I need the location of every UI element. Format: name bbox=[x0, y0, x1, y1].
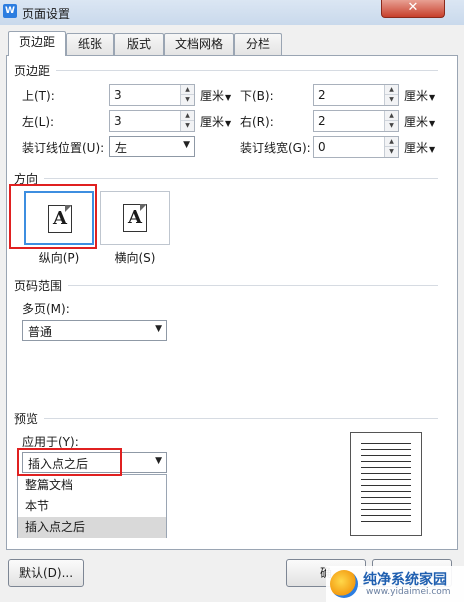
portrait-highlight-box bbox=[9, 184, 97, 249]
spin-down-icon[interactable]: ▼ bbox=[385, 147, 398, 157]
bottom-margin-spinner[interactable]: 2 ▲ ▼ bbox=[313, 84, 399, 106]
gutter-width-unit[interactable]: 厘米▼ bbox=[404, 140, 435, 158]
watermark-url: www.yidaimei.com bbox=[366, 587, 451, 597]
page-range-group-title: 页码范围 bbox=[14, 279, 63, 293]
left-margin-spinner[interactable]: 3 ▲ ▼ bbox=[109, 110, 195, 132]
default-button[interactable]: 默认(D)... bbox=[8, 559, 84, 587]
chevron-down-icon: ▼ bbox=[429, 93, 436, 102]
window-title: 页面设置 bbox=[22, 7, 71, 21]
landscape-label: 横向(S) bbox=[114, 251, 156, 265]
portrait-label: 纵向(P) bbox=[38, 251, 80, 265]
left-margin-label: 左(L): bbox=[22, 115, 55, 129]
right-margin-spinner[interactable]: 2 ▲ ▼ bbox=[313, 110, 399, 132]
gutter-position-value: 左 bbox=[115, 141, 128, 155]
landscape-page-icon: A bbox=[123, 204, 147, 232]
gutter-width-label: 装订线宽(G): bbox=[240, 141, 311, 155]
close-button[interactable]: ✕ bbox=[381, 0, 445, 18]
bottom-margin-label: 下(B): bbox=[240, 89, 274, 103]
spin-down-icon[interactable]: ▼ bbox=[181, 95, 194, 105]
margins-group-title: 页边距 bbox=[14, 64, 51, 78]
gutter-width-value: 0 bbox=[318, 140, 326, 154]
dropdown-option-this-section[interactable]: 本节 bbox=[18, 496, 166, 517]
unit-label: 厘米 bbox=[404, 141, 429, 155]
multiple-pages-value: 普通 bbox=[28, 325, 53, 339]
unit-label: 厘米 bbox=[404, 115, 429, 129]
unit-label: 厘米 bbox=[404, 89, 429, 103]
watermark-title: 纯净系统家园 bbox=[363, 572, 447, 588]
unit-label: 厘米 bbox=[200, 115, 225, 129]
chevron-down-icon: ▼ bbox=[225, 119, 232, 128]
dropdown-option-after-insertion-point[interactable]: 插入点之后 bbox=[18, 517, 166, 538]
multiple-pages-select[interactable]: 普通 ▼ bbox=[22, 320, 167, 341]
spin-up-icon[interactable]: ▲ bbox=[181, 85, 194, 95]
tab-columns[interactable]: 分栏 bbox=[234, 33, 282, 56]
right-margin-unit[interactable]: 厘米▼ bbox=[404, 114, 435, 132]
top-margin-unit[interactable]: 厘米▼ bbox=[200, 88, 231, 106]
bottom-margin-unit[interactable]: 厘米▼ bbox=[404, 88, 435, 106]
bottom-margin-value: 2 bbox=[318, 88, 326, 102]
tab-layout[interactable]: 版式 bbox=[114, 33, 164, 56]
spin-down-icon[interactable]: ▼ bbox=[385, 121, 398, 131]
right-margin-label: 右(R): bbox=[240, 115, 274, 129]
apply-to-highlight-box bbox=[17, 448, 122, 476]
top-margin-spinner[interactable]: 3 ▲ ▼ bbox=[109, 84, 195, 106]
tab-paper[interactable]: 纸张 bbox=[66, 33, 114, 56]
top-margin-value: 3 bbox=[114, 88, 122, 102]
wps-app-icon: W bbox=[3, 4, 17, 18]
title-bar: W 页面设置 ✕ bbox=[0, 0, 464, 25]
left-margin-value: 3 bbox=[114, 114, 122, 128]
preview-group-divider bbox=[44, 418, 438, 419]
chevron-down-icon: ▼ bbox=[155, 456, 162, 466]
chevron-down-icon: ▼ bbox=[155, 324, 162, 334]
chevron-down-icon: ▼ bbox=[429, 145, 436, 154]
top-margin-label: 上(T): bbox=[22, 89, 55, 103]
spin-up-icon[interactable]: ▲ bbox=[181, 111, 194, 121]
right-margin-value: 2 bbox=[318, 114, 326, 128]
tab-margins[interactable]: 页边距 bbox=[8, 31, 66, 56]
gutter-width-spinner[interactable]: 0 ▲ ▼ bbox=[313, 136, 399, 158]
preview-page-thumbnail bbox=[350, 432, 422, 536]
preview-group-title: 预览 bbox=[14, 412, 39, 426]
orientation-group-divider bbox=[44, 178, 438, 179]
tab-doc-grid[interactable]: 文档网格 bbox=[164, 33, 234, 56]
spin-down-icon[interactable]: ▼ bbox=[385, 95, 398, 105]
margins-group-divider bbox=[56, 70, 438, 71]
apply-to-dropdown-list: 整篇文档 本节 插入点之后 bbox=[17, 474, 167, 538]
page-range-group-divider bbox=[68, 285, 438, 286]
dropdown-option-whole-document[interactable]: 整篇文档 bbox=[18, 475, 166, 496]
left-margin-unit[interactable]: 厘米▼ bbox=[200, 114, 231, 132]
multiple-pages-label: 多页(M): bbox=[22, 302, 70, 316]
chevron-down-icon: ▼ bbox=[183, 140, 190, 150]
landscape-button[interactable]: A bbox=[100, 191, 170, 245]
spin-up-icon[interactable]: ▲ bbox=[385, 111, 398, 121]
watermark-logo-icon bbox=[330, 570, 358, 598]
spin-down-icon[interactable]: ▼ bbox=[181, 121, 194, 131]
spin-up-icon[interactable]: ▲ bbox=[385, 85, 398, 95]
site-watermark: 纯净系统家园 www.yidaimei.com bbox=[326, 566, 464, 602]
unit-label: 厘米 bbox=[200, 89, 225, 103]
chevron-down-icon: ▼ bbox=[429, 119, 436, 128]
spin-up-icon[interactable]: ▲ bbox=[385, 137, 398, 147]
chevron-down-icon: ▼ bbox=[225, 93, 232, 102]
gutter-position-select[interactable]: 左 ▼ bbox=[109, 136, 195, 157]
gutter-position-label: 装订线位置(U): bbox=[22, 141, 105, 155]
